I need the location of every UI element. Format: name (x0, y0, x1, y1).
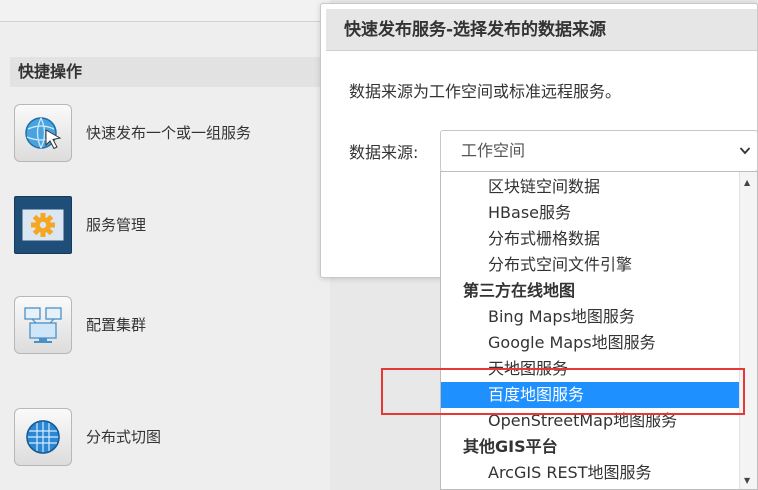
globe-grid-icon (14, 408, 72, 466)
service-management-item[interactable]: 服务管理 (14, 196, 314, 258)
option-openstreetmap[interactable]: OpenStreetMap地图服务 (441, 408, 739, 434)
data-source-dropdown[interactable]: 区块链空间数据 HBase服务 分布式栅格数据 分布式空间文件引擎 第三方在线地… (440, 171, 758, 490)
option-distributed-raster[interactable]: 分布式栅格数据 (441, 226, 739, 252)
quick-actions-panel: 快捷操作 快速发布一个或一组服务 服务管理 配置集群 分布式切图 (0, 0, 330, 490)
service-management-label: 服务管理 (86, 216, 147, 234)
distributed-tiling-label: 分布式切图 (86, 428, 162, 446)
globe-cursor-icon (14, 104, 72, 162)
quick-publish-item[interactable]: 快速发布一个或一组服务 (14, 104, 314, 166)
option-baidu-maps[interactable]: 百度地图服务 (441, 382, 739, 408)
configure-cluster-label: 配置集群 (86, 316, 147, 334)
group-other-gis: 其他GIS平台 (463, 437, 558, 456)
data-source-selected-value: 工作空间 (461, 141, 526, 160)
group-third-party-maps: 第三方在线地图 (463, 281, 576, 300)
data-source-select[interactable]: 工作空间 (440, 130, 758, 172)
option-arcgis-rest[interactable]: ArcGIS REST地图服务 (441, 460, 739, 486)
scroll-down-icon[interactable]: ▼ (744, 476, 750, 485)
option-blockchain-spatial[interactable]: 区块链空间数据 (441, 174, 739, 200)
distributed-tiling-item[interactable]: 分布式切图 (14, 408, 314, 470)
scroll-up-icon[interactable]: ▲ (744, 178, 750, 187)
option-hbase[interactable]: HBase服务 (441, 200, 739, 226)
dropdown-scrollbar[interactable]: ▲ ▼ (739, 172, 757, 489)
data-source-label: 数据来源: (349, 143, 419, 162)
top-toolbar-strip (0, 0, 330, 22)
option-bing-maps[interactable]: Bing Maps地图服务 (441, 304, 739, 330)
cluster-icon (14, 296, 72, 354)
configure-cluster-item[interactable]: 配置集群 (14, 296, 314, 358)
option-distributed-file-engine[interactable]: 分布式空间文件引擎 (441, 252, 739, 278)
dialog-title: 快速发布服务-选择发布的数据来源 (326, 9, 757, 51)
option-tianditu[interactable]: 天地图服务 (441, 356, 739, 382)
quick-actions-title: 快捷操作 (10, 57, 330, 87)
quick-publish-label: 快速发布一个或一组服务 (86, 124, 252, 142)
dropdown-options: 区块链空间数据 HBase服务 分布式栅格数据 分布式空间文件引擎 第三方在线地… (441, 174, 739, 486)
dialog-description: 数据来源为工作空间或标准远程服务。 (349, 82, 622, 101)
gear-icon (14, 196, 72, 254)
option-google-maps[interactable]: Google Maps地图服务 (441, 330, 739, 356)
